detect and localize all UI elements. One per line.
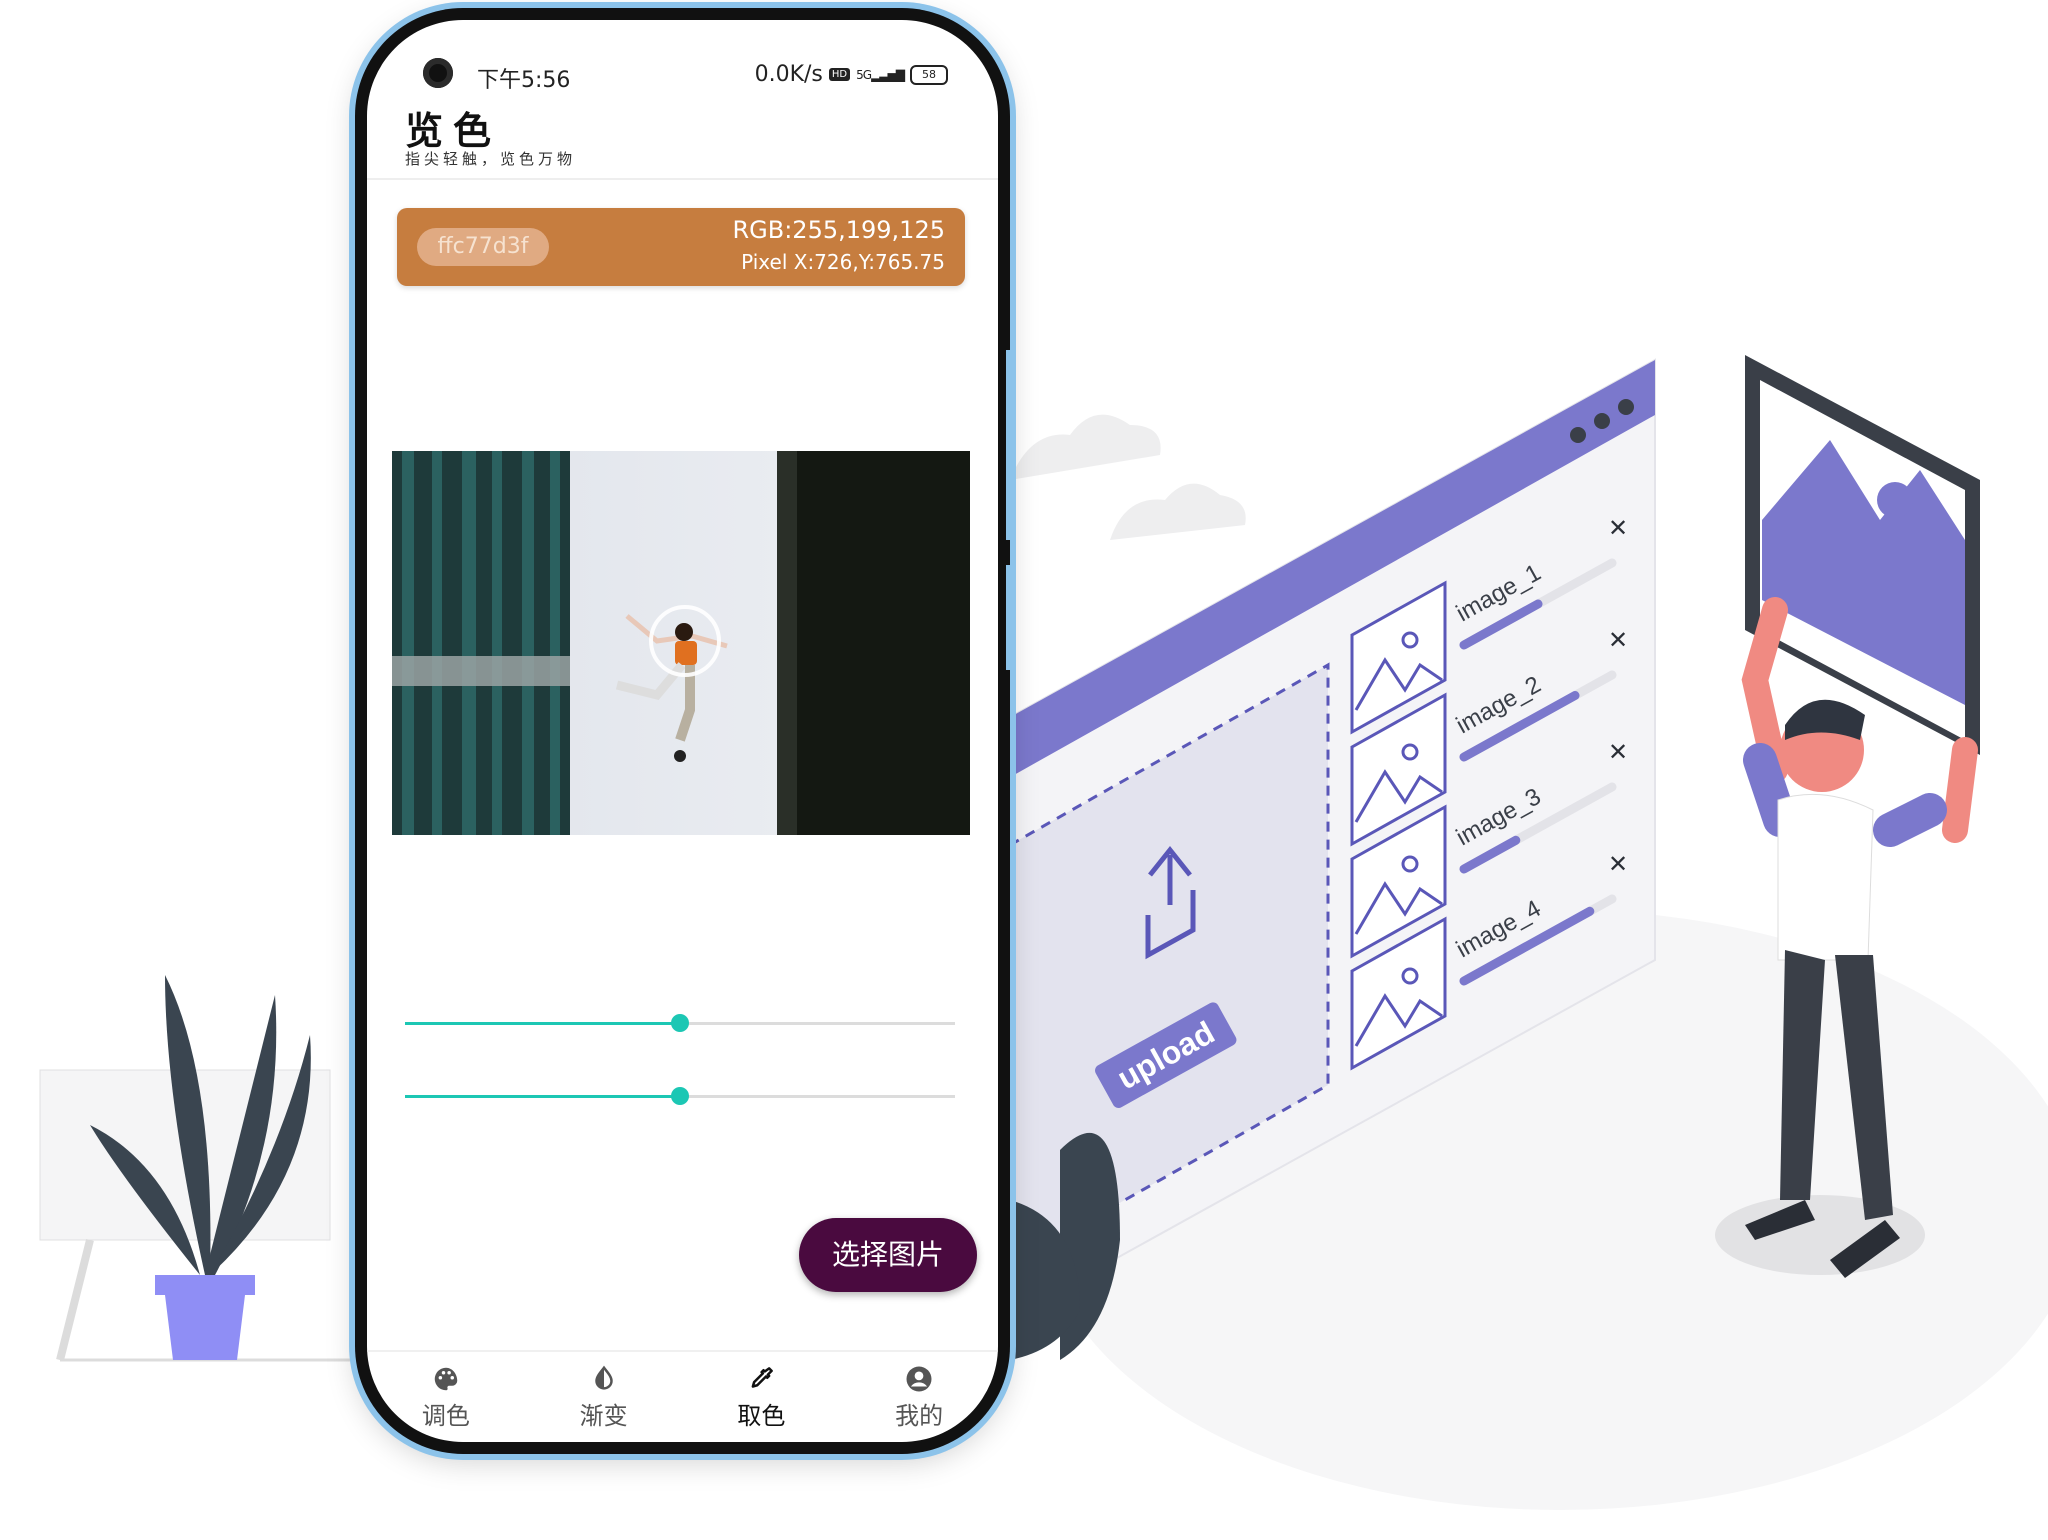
plant-illustration <box>39 975 350 1362</box>
power-button <box>1006 565 1014 670</box>
nav-label-mine: 我的 <box>895 1402 944 1430</box>
status-time: 下午5:56 <box>477 68 571 93</box>
app-title: 览色 <box>405 108 502 153</box>
photo-graphic <box>392 451 970 835</box>
nav-item-color-picker[interactable]: 取色 <box>683 1352 841 1442</box>
header-divider <box>367 178 998 180</box>
contrast-icon <box>594 1365 613 1390</box>
hd-icon: HD <box>828 68 851 81</box>
account-icon <box>906 1366 932 1392</box>
signal-label: 5G <box>856 67 872 82</box>
eyedropper-icon <box>752 1367 774 1388</box>
phone-frame: 下午5:56 0.0K/s HD 5G▂▃▅▇ 58 览色 指尖轻触，览色万物 … <box>355 8 1010 1454</box>
close-icon: ✕ <box>1608 850 1628 878</box>
battery-icon: 58 <box>910 64 948 85</box>
slider-1-thumb[interactable] <box>671 1014 689 1032</box>
nav-item-gradient[interactable]: 渐变 <box>525 1352 683 1442</box>
cloud-2 <box>1110 483 1246 540</box>
volume-button <box>1006 350 1014 540</box>
signal-icon: 5G▂▃▅▇ <box>856 67 905 82</box>
app-subtitle: 指尖轻触，览色万物 <box>405 150 577 168</box>
slider-2[interactable] <box>405 1087 955 1105</box>
cloud-1 <box>1010 414 1161 480</box>
slider-1[interactable] <box>405 1014 955 1032</box>
pixel-coordinates: Pixel X:726,Y:765.75 <box>741 250 945 274</box>
hex-color-chip[interactable]: ffc77d3f <box>417 228 549 266</box>
slider-2-thumb[interactable] <box>671 1087 689 1105</box>
picked-image[interactable] <box>392 451 970 835</box>
nav-label-gradient: 渐变 <box>579 1402 628 1430</box>
palette-icon <box>434 1367 458 1391</box>
nav-item-palette[interactable]: 调色 <box>367 1352 525 1442</box>
close-icon: ✕ <box>1608 738 1628 766</box>
front-camera <box>423 58 453 88</box>
bottom-navigation: 调色 渐变 取色 我的 <box>367 1350 998 1442</box>
slider-2-fill <box>405 1095 680 1098</box>
nav-label-palette: 调色 <box>421 1402 470 1430</box>
status-indicators: 0.0K/s HD 5G▂▃▅▇ 58 <box>755 62 948 87</box>
nav-item-mine[interactable]: 我的 <box>840 1352 998 1442</box>
net-speed: 0.0K/s <box>754 62 823 87</box>
phone-screen: 下午5:56 0.0K/s HD 5G▂▃▅▇ 58 览色 指尖轻触，览色万物 … <box>367 20 998 1442</box>
nav-label-color-picker: 取色 <box>737 1402 786 1430</box>
slider-1-fill <box>405 1022 680 1025</box>
choose-image-button[interactable]: 选择图片 <box>799 1218 977 1292</box>
picked-color-card: ffc77d3f RGB:255,199,125 Pixel X:726,Y:7… <box>397 208 965 286</box>
close-icon: ✕ <box>1608 626 1628 654</box>
rgb-value: RGB:255,199,125 <box>732 216 945 244</box>
close-icon: ✕ <box>1608 514 1628 542</box>
background-illustration: upload image_1✕image_2✕image_3✕image_4✕ <box>39 355 2048 1510</box>
